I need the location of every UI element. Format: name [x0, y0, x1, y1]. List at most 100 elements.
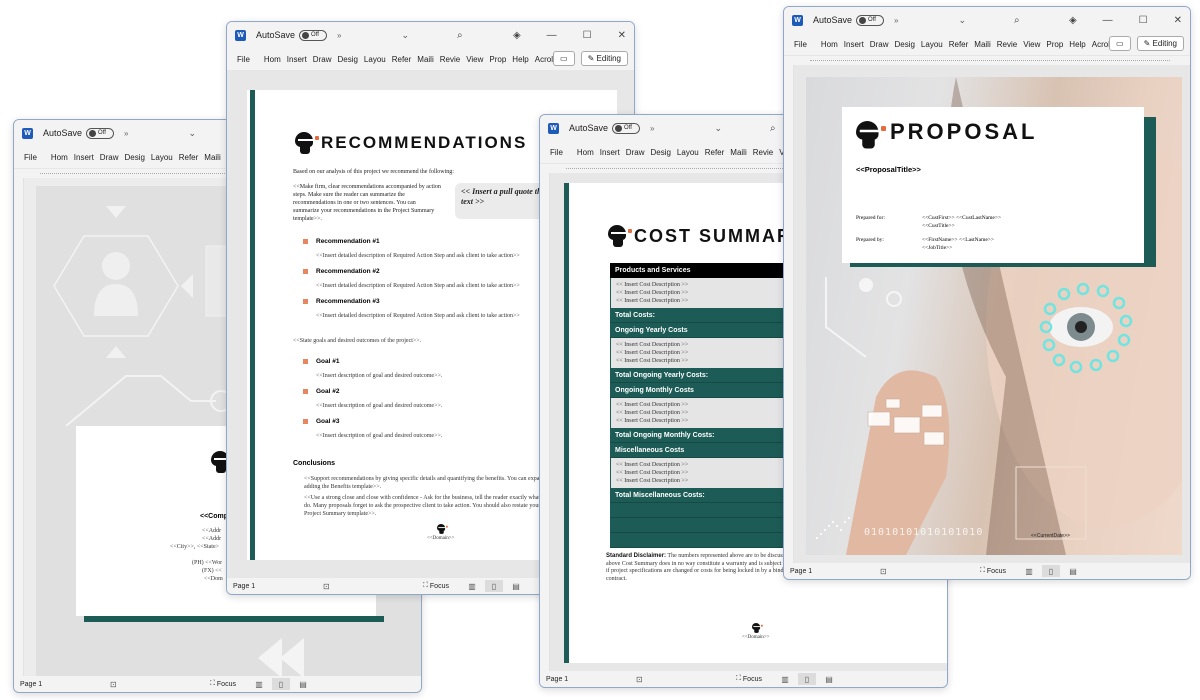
tab-mailings[interactable]: Maili: [204, 153, 220, 162]
maximize-icon[interactable]: ☐: [583, 30, 592, 41]
web-layout-icon[interactable]: ▤: [820, 673, 838, 685]
tab-layout[interactable]: Layou: [364, 55, 386, 64]
accessibility-icon[interactable]: ⊡: [880, 567, 980, 576]
cost-rows[interactable]: << Insert Cost Description >> << Insert …: [610, 398, 800, 428]
tab-insert[interactable]: Insert: [74, 153, 94, 162]
minimize-icon[interactable]: —: [547, 30, 557, 41]
tab-acrobat[interactable]: Acrol: [535, 55, 553, 64]
tab-properties[interactable]: Prop: [489, 55, 506, 64]
page-indicator[interactable]: Page 1: [20, 681, 110, 688]
search-icon[interactable]: ⌕: [770, 123, 776, 134]
autosave-toggle[interactable]: Off: [299, 29, 328, 41]
tab-mailings[interactable]: Maili: [730, 148, 746, 157]
tab-home[interactable]: Hom: [577, 148, 594, 157]
chevrons-right-icon[interactable]: »: [124, 129, 128, 138]
tab-home[interactable]: Hom: [821, 40, 838, 49]
tab-insert[interactable]: Insert: [600, 148, 620, 157]
tab-draw[interactable]: Draw: [870, 40, 889, 49]
tab-references[interactable]: Refer: [179, 153, 199, 162]
print-layout-icon[interactable]: ▯: [797, 673, 816, 685]
tab-design[interactable]: Desig: [650, 148, 670, 157]
editing-mode-button[interactable]: ✎ Editing: [580, 51, 628, 66]
minimize-icon[interactable]: —: [1103, 15, 1113, 26]
cost-rows[interactable]: << Insert Cost Description >> << Insert …: [610, 278, 800, 308]
tab-insert[interactable]: Insert: [844, 40, 864, 49]
focus-button[interactable]: ⛶ Focus: [423, 582, 449, 590]
focus-button[interactable]: ⛶ Focus: [210, 680, 236, 688]
tab-design[interactable]: Desig: [337, 55, 357, 64]
tab-help[interactable]: Help: [1069, 40, 1085, 49]
tab-file[interactable]: File: [237, 55, 250, 64]
autosave-toggle[interactable]: Off: [856, 14, 885, 26]
tab-layout[interactable]: Layou: [921, 40, 943, 49]
tab-acrobat[interactable]: Acrol: [1092, 40, 1110, 49]
read-mode-icon[interactable]: ▥: [776, 673, 794, 685]
vertical-ruler[interactable]: [784, 65, 794, 563]
tab-help[interactable]: Help: [512, 55, 528, 64]
page-indicator[interactable]: Page 1: [790, 568, 880, 575]
chevrons-right-icon[interactable]: »: [337, 31, 341, 40]
chevron-down-icon[interactable]: ⌄: [714, 123, 722, 134]
comments-button[interactable]: ▭: [1109, 36, 1131, 51]
tab-review[interactable]: Revie: [997, 40, 1017, 49]
editing-mode-button[interactable]: ✎ Editing: [1136, 36, 1184, 51]
autosave-toggle[interactable]: Off: [86, 127, 115, 139]
tab-design[interactable]: Desig: [124, 153, 144, 162]
tab-references[interactable]: Refer: [392, 55, 412, 64]
search-icon[interactable]: ⌕: [457, 30, 463, 41]
tab-layout[interactable]: Layou: [151, 153, 173, 162]
accessibility-icon[interactable]: ⊡: [323, 582, 423, 591]
tab-file[interactable]: File: [550, 148, 563, 157]
designer-icon[interactable]: ◈: [513, 30, 521, 41]
web-layout-icon[interactable]: ▤: [294, 678, 312, 690]
search-icon[interactable]: ⌕: [1014, 15, 1020, 26]
tab-draw[interactable]: Draw: [100, 153, 119, 162]
accessibility-icon[interactable]: ⊡: [636, 675, 736, 684]
tab-design[interactable]: Desig: [894, 40, 914, 49]
horizontal-ruler[interactable]: [784, 55, 1190, 65]
tab-references[interactable]: Refer: [705, 148, 725, 157]
chevrons-right-icon[interactable]: »: [650, 124, 654, 133]
web-layout-icon[interactable]: ▤: [1064, 565, 1082, 577]
tab-references[interactable]: Refer: [949, 40, 969, 49]
accessibility-icon[interactable]: ⊡: [110, 680, 210, 689]
chevron-down-icon[interactable]: ⌄: [188, 128, 196, 139]
read-mode-icon[interactable]: ▥: [463, 580, 481, 592]
tab-properties[interactable]: Prop: [1046, 40, 1063, 49]
tab-draw[interactable]: Draw: [626, 148, 645, 157]
tab-mailings[interactable]: Maili: [417, 55, 433, 64]
print-layout-icon[interactable]: ▯: [1041, 565, 1060, 577]
page-indicator[interactable]: Page 1: [546, 676, 636, 683]
tab-file[interactable]: File: [794, 40, 807, 49]
chevron-down-icon[interactable]: ⌄: [401, 30, 409, 41]
tab-review[interactable]: Revie: [440, 55, 460, 64]
tab-home[interactable]: Hom: [51, 153, 68, 162]
vertical-ruler[interactable]: [14, 178, 24, 676]
tab-home[interactable]: Hom: [264, 55, 281, 64]
tab-file[interactable]: File: [24, 153, 37, 162]
cost-rows[interactable]: << Insert Cost Description >> << Insert …: [610, 338, 800, 368]
chevron-down-icon[interactable]: ⌄: [958, 15, 966, 26]
read-mode-icon[interactable]: ▥: [1020, 565, 1038, 577]
tab-draw[interactable]: Draw: [313, 55, 332, 64]
tab-insert[interactable]: Insert: [287, 55, 307, 64]
close-icon[interactable]: ✕: [618, 30, 626, 41]
vertical-ruler[interactable]: [540, 173, 550, 671]
focus-button[interactable]: ⛶ Focus: [980, 567, 1006, 575]
tab-layout[interactable]: Layou: [677, 148, 699, 157]
tab-view[interactable]: View: [466, 55, 483, 64]
tab-mailings[interactable]: Maili: [974, 40, 990, 49]
tab-view[interactable]: View: [1023, 40, 1040, 49]
comments-button[interactable]: ▭: [553, 51, 575, 66]
chevrons-right-icon[interactable]: »: [894, 16, 898, 25]
read-mode-icon[interactable]: ▥: [250, 678, 268, 690]
web-layout-icon[interactable]: ▤: [507, 580, 525, 592]
autosave-toggle[interactable]: Off: [612, 122, 641, 134]
maximize-icon[interactable]: ☐: [1139, 15, 1148, 26]
tab-review[interactable]: Revie: [753, 148, 773, 157]
print-layout-icon[interactable]: ▯: [271, 678, 290, 690]
page-indicator[interactable]: Page 1: [233, 583, 323, 590]
close-icon[interactable]: ✕: [1174, 15, 1182, 26]
print-layout-icon[interactable]: ▯: [484, 580, 503, 592]
focus-button[interactable]: ⛶ Focus: [736, 675, 762, 683]
